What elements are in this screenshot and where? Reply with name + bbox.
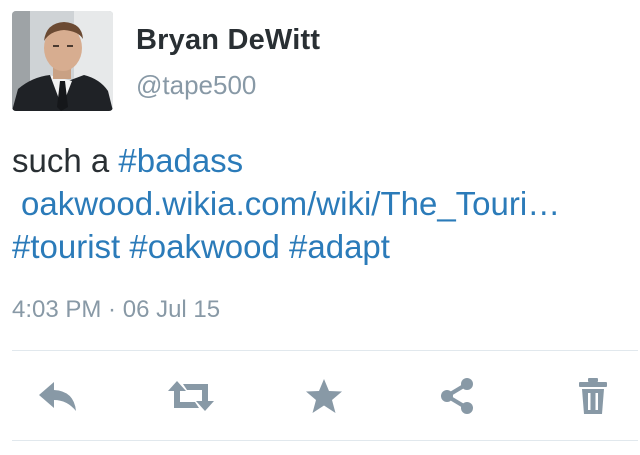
retweet-icon (168, 381, 214, 411)
divider-top (12, 350, 638, 351)
tweet-line-2: oakwood.wikia.com/wiki/The_Touri… (12, 182, 634, 225)
hashtag-badass[interactable]: #badass (118, 142, 243, 179)
favorite-button[interactable] (294, 366, 354, 426)
tweet-link[interactable]: oakwood.wikia.com/wiki/The_Touri… (21, 185, 560, 222)
user-name[interactable]: Bryan DeWitt (136, 24, 320, 57)
reply-button[interactable] (28, 366, 88, 426)
timestamp-separator: · (101, 296, 123, 323)
share-button[interactable] (427, 366, 487, 426)
tweet-text: such a #badass oakwood.wikia.com/wiki/Th… (12, 139, 634, 268)
delete-icon (579, 378, 607, 414)
tweet-date: 06 Jul 15 (122, 296, 221, 323)
delete-button[interactable] (563, 366, 623, 426)
share-icon (441, 378, 473, 414)
tweet-lead-text: such a (12, 142, 119, 179)
tweet-space (120, 228, 129, 265)
avatar[interactable] (12, 11, 113, 111)
reply-icon (39, 382, 76, 411)
tweet-timestamp: 4:03 PM · 06 Jul 15 (12, 296, 220, 324)
user-handle[interactable]: @tape500 (136, 70, 256, 101)
hashtag-oakwood[interactable]: #oakwood (129, 228, 279, 265)
divider-bottom (12, 440, 638, 441)
tweet-line-3: #tourist #oakwood #adapt (12, 225, 634, 268)
tweet-line-1: such a #badass (12, 139, 634, 182)
tweet-time: 4:03 PM (12, 296, 102, 323)
hashtag-adapt[interactable]: #adapt (289, 228, 390, 265)
retweet-button[interactable] (161, 366, 221, 426)
action-bar (0, 366, 640, 426)
hashtag-tourist[interactable]: #tourist (12, 228, 120, 265)
favorite-icon (306, 379, 342, 413)
tweet-space (280, 228, 289, 265)
